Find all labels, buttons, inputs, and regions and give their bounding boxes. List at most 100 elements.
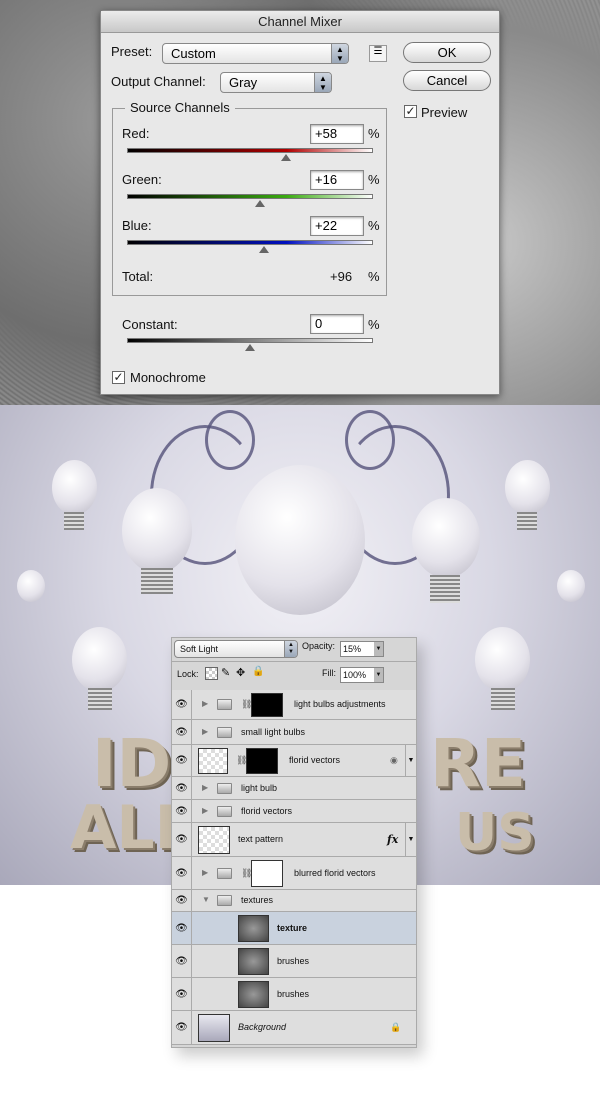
preset-options-icon[interactable]: ☰: [369, 45, 387, 62]
opacity-input[interactable]: 15% ▼: [340, 641, 384, 657]
expand-triangle-icon[interactable]: ▶: [202, 727, 208, 736]
eye-visibility-icon[interactable]: 👁: [172, 945, 192, 977]
eye-visibility-icon[interactable]: 👁: [172, 1011, 192, 1044]
ok-button[interactable]: OK: [403, 42, 491, 63]
eye-visibility-icon[interactable]: 👁: [172, 823, 192, 856]
layer-row[interactable]: 👁 text pattern fx ▼: [172, 823, 416, 857]
constant-slider-thumb[interactable]: [245, 344, 255, 351]
eye-visibility-icon[interactable]: 👁: [172, 857, 192, 889]
opacity-value: 15%: [343, 644, 362, 654]
eye-visibility-icon[interactable]: 👁: [172, 777, 192, 799]
blue-percent: %: [368, 218, 380, 233]
layer-row[interactable]: 👁 brushes: [172, 978, 416, 1011]
layer-row[interactable]: 👁 ▶ florid vectors: [172, 800, 416, 823]
eye-visibility-icon[interactable]: 👁: [172, 978, 192, 1010]
layer-mask-thumbnail: [251, 693, 283, 717]
preview-checkbox[interactable]: ✓: [404, 105, 417, 118]
eye-visibility-icon[interactable]: 👁: [172, 912, 192, 944]
bulb-base: [141, 568, 173, 594]
expand-triangle-icon[interactable]: ▶: [202, 806, 208, 815]
eye-visibility-icon[interactable]: 👁: [172, 720, 192, 744]
green-percent: %: [368, 172, 380, 187]
fx-icon[interactable]: fx: [387, 833, 398, 846]
dropdown-arrow-icon[interactable]: ▼: [374, 668, 383, 682]
layer-name: florid vectors: [289, 755, 341, 765]
expand-effects-arrow-icon[interactable]: ▼: [405, 745, 416, 776]
preset-select[interactable]: Custom ▲ ▼: [162, 43, 349, 64]
total-label: Total:: [122, 269, 154, 284]
red-percent: %: [368, 126, 380, 141]
dropdown-arrow-icon[interactable]: ▼: [374, 642, 383, 656]
light-bulb: [72, 627, 127, 692]
fill-input[interactable]: 100% ▼: [340, 667, 384, 683]
constant-label: Constant:: [122, 317, 178, 332]
light-bulb: [412, 498, 480, 578]
bulb-base: [64, 512, 84, 530]
expand-triangle-icon[interactable]: ▶: [202, 699, 208, 708]
light-bulb: [557, 570, 585, 602]
blend-mode-value: Soft Light: [180, 644, 219, 654]
layer-name: blurred florid vectors: [294, 867, 376, 878]
folder-icon: [217, 895, 232, 906]
eye-visibility-icon[interactable]: 👁: [172, 800, 192, 822]
blue-slider-thumb[interactable]: [258, 246, 269, 253]
expand-effects-arrow-icon[interactable]: ▼: [405, 823, 416, 856]
layer-thumbnail: [238, 981, 269, 1008]
layer-name: brushes: [277, 988, 310, 999]
monochrome-label: Monochrome: [130, 370, 206, 385]
florid-curl: [345, 410, 395, 470]
main-light-bulb: [235, 465, 365, 615]
eye-visibility-icon[interactable]: 👁: [172, 890, 192, 911]
bulb-base: [430, 575, 460, 603]
green-input[interactable]: +16: [310, 170, 364, 190]
layer-row[interactable]: 👁 Background 🔒: [172, 1011, 416, 1045]
fill-value: 100%: [343, 670, 367, 680]
expand-triangle-icon[interactable]: ▶: [202, 783, 208, 792]
blue-slider-track[interactable]: [127, 240, 373, 245]
updown-arrows-icon: ▲ ▼: [284, 641, 297, 657]
art-text: ID: [92, 725, 172, 802]
channel-mixer-dialog: Channel Mixer Preset: Custom ▲ ▼ ☰ Output …: [100, 10, 500, 395]
opacity-label: Opacity:: [302, 641, 336, 651]
layer-row[interactable]: 👁 ▶ small light bulbs: [172, 720, 416, 745]
green-slider-thumb[interactable]: [254, 200, 265, 207]
lock-position-icon[interactable]: ✥: [236, 666, 245, 679]
layers-panel: Soft Light ▲ ▼ Opacity: 15% ▼ Lock: ✎ ✥ 🔒 F…: [171, 637, 417, 1048]
cancel-button[interactable]: Cancel: [403, 70, 491, 91]
smart-filter-icon[interactable]: ◉: [390, 755, 398, 766]
red-slider-track[interactable]: [127, 148, 373, 153]
lock-image-pixels-icon[interactable]: ✎: [221, 666, 230, 679]
green-slider-track[interactable]: [127, 194, 373, 199]
layer-thumbnail: [198, 826, 230, 854]
eye-visibility-icon[interactable]: 👁: [172, 690, 192, 719]
layer-row[interactable]: 👁 ▶ light bulb: [172, 777, 416, 800]
blend-mode-select[interactable]: Soft Light ▲ ▼: [174, 640, 298, 658]
red-slider-thumb[interactable]: [280, 154, 291, 161]
layer-row[interactable]: 👁 brushes: [172, 945, 416, 978]
layer-row[interactable]: 👁 ⛓ florid vectors ◉ ▼: [172, 745, 416, 777]
layer-row[interactable]: 👁 ▶ ⛓ blurred florid vectors: [172, 857, 416, 890]
output-channel-select[interactable]: Gray ▲ ▼: [220, 72, 332, 93]
constant-slider-track[interactable]: [127, 338, 373, 343]
lock-transparency-icon[interactable]: [205, 667, 218, 680]
collapse-triangle-icon[interactable]: ▼: [202, 895, 210, 904]
layer-name: florid vectors: [241, 805, 293, 816]
layer-mask-thumbnail: [251, 860, 283, 887]
monochrome-checkbox[interactable]: ✓: [112, 371, 125, 384]
layer-thumbnail: [238, 915, 269, 942]
lock-label: Lock:: [177, 669, 199, 679]
layer-row[interactable]: 👁 ▶ ⛓ light bulbs adjustments: [172, 690, 416, 720]
eye-visibility-icon[interactable]: 👁: [172, 745, 192, 776]
output-channel-value: Gray: [229, 75, 258, 90]
expand-triangle-icon[interactable]: ▶: [202, 868, 208, 877]
light-bulb: [52, 460, 97, 515]
constant-input[interactable]: 0: [310, 314, 364, 334]
layer-name: brushes: [277, 955, 310, 966]
blue-input[interactable]: +22: [310, 216, 364, 236]
layer-row[interactable]: 👁 ▼ textures: [172, 890, 416, 912]
updown-arrows-icon: ▲ ▼: [331, 44, 348, 63]
red-input[interactable]: +58: [310, 124, 364, 144]
bulb-base: [88, 688, 112, 710]
layer-row[interactable]: 👁 texture: [172, 912, 416, 945]
lock-all-icon[interactable]: 🔒: [252, 666, 264, 677]
